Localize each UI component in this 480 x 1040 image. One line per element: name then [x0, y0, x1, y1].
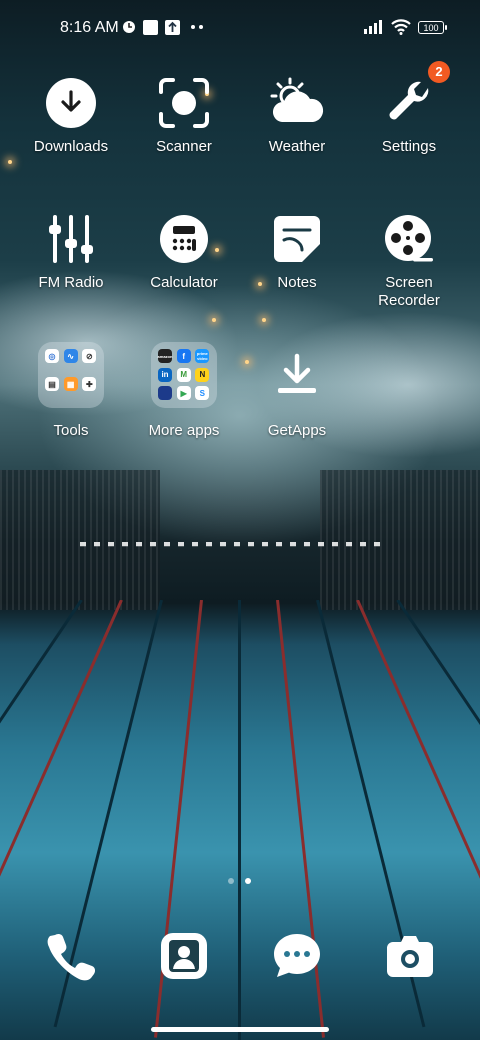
app-label: Weather	[268, 138, 326, 155]
stands-right	[320, 470, 480, 610]
equalizer-icon	[42, 210, 100, 268]
film-reel-icon	[380, 210, 438, 268]
notes-icon	[268, 210, 326, 268]
app-calculator[interactable]: Calculator	[124, 210, 244, 292]
app-notes[interactable]: Notes	[237, 210, 357, 292]
app-label: Calculator	[150, 274, 218, 291]
more-notifications-icon	[190, 19, 204, 35]
app-fm-radio[interactable]: FM Radio	[11, 210, 131, 292]
app-screen-recorder[interactable]: Screen Recorder	[349, 210, 469, 310]
app-label: Screen Recorder	[378, 274, 440, 309]
dock-messages[interactable]	[269, 928, 325, 984]
page-dot-2-active[interactable]	[245, 878, 251, 884]
download-icon	[42, 74, 100, 132]
page-dot-1[interactable]	[228, 878, 234, 884]
folder-icon: amazon f prime video in M N ▶ S	[151, 342, 217, 408]
home-gesture-bar[interactable]	[151, 1027, 329, 1032]
upload-notification-icon	[165, 19, 180, 35]
wallpaper	[0, 0, 480, 1040]
app-label: More apps	[148, 422, 220, 439]
folder-tools[interactable]: ◎ ∿ ⊘ ▤ ▦ ✚ Tools	[11, 342, 131, 440]
contacts-icon	[161, 933, 207, 979]
download-tray-icon	[264, 342, 330, 408]
phone-icon	[47, 933, 95, 981]
status-bar: 8:16 AM 100	[0, 0, 480, 56]
battery-indicator: 100	[418, 21, 447, 34]
app-getapps[interactable]: GetApps	[237, 342, 357, 440]
wrench-icon	[380, 74, 438, 132]
app-label: Notes	[277, 274, 317, 291]
dock-contacts[interactable]	[156, 928, 212, 984]
stadium-light	[8, 160, 12, 164]
app-label: Tools	[53, 422, 89, 439]
lane-line	[238, 600, 241, 1040]
app-downloads[interactable]: Downloads	[11, 74, 131, 156]
camera-icon	[387, 936, 433, 977]
stands-left	[0, 470, 160, 610]
wifi-icon	[391, 19, 411, 35]
status-time: 8:16 AM	[60, 19, 119, 36]
dock-phone[interactable]	[42, 928, 98, 984]
scanner-icon	[155, 74, 213, 132]
app-label: FM Radio	[38, 274, 104, 291]
app-label: GetApps	[267, 422, 327, 439]
stadium-light	[262, 318, 266, 322]
app-weather[interactable]: Weather	[237, 74, 357, 156]
notification-badge: 2	[428, 61, 450, 83]
messages-icon	[274, 934, 320, 977]
circle-notification-icon	[122, 19, 136, 35]
app-label: Settings	[381, 138, 437, 155]
signal-icon	[364, 19, 386, 35]
dock-camera[interactable]	[382, 928, 438, 984]
app-label: Scanner	[156, 138, 212, 155]
stadium-light	[212, 318, 216, 322]
square-notification-icon	[143, 19, 158, 35]
folder-icon: ◎ ∿ ⊘ ▤ ▦ ✚	[38, 342, 104, 408]
app-settings[interactable]: Settings	[349, 74, 469, 156]
folder-more-apps[interactable]: amazon f prime video in M N ▶ S More app…	[124, 342, 244, 440]
weather-icon	[268, 74, 326, 132]
app-label: Downloads	[33, 138, 109, 155]
app-scanner[interactable]: Scanner	[124, 74, 244, 156]
calculator-icon	[155, 210, 213, 268]
